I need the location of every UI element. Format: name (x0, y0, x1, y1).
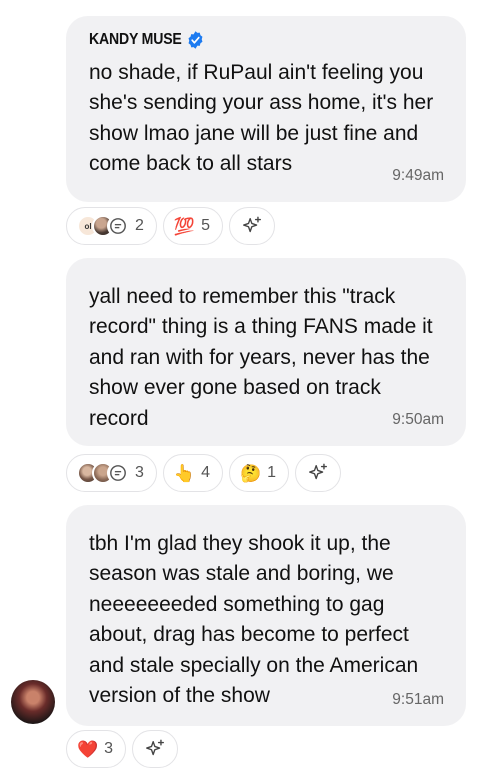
reaction-bar-1: ol 2 💯 5 (66, 207, 275, 245)
add-reaction-button[interactable] (132, 730, 179, 768)
reactor-avatars: ol (77, 215, 129, 237)
point-up-icon: 👆 (173, 463, 196, 483)
sparkle-add-reaction-icon (309, 463, 327, 480)
reaction-count: 1 (267, 464, 277, 481)
heart-icon: ❤️ (77, 739, 99, 759)
hundred-points-icon: 💯 (173, 216, 196, 236)
message-timestamp: 9:50am (392, 411, 444, 428)
thread-reaction-pill[interactable]: ol 2 (66, 207, 157, 245)
reaction-pill-point-up[interactable]: 👆 4 (162, 454, 223, 492)
sender-name[interactable]: KANDY MUSE (89, 31, 182, 49)
reaction-count: 3 (104, 740, 114, 757)
message-bubble-1[interactable]: KANDY MUSE no shade, if RuPaul ain't fee… (66, 16, 466, 202)
sparkle-add-reaction-icon (243, 216, 261, 233)
reaction-count: 3 (135, 464, 144, 481)
message-bubble-2[interactable]: yall need to remember this "track record… (66, 258, 466, 446)
thinking-face-icon: 🤔 (239, 463, 262, 483)
message-bubble-3[interactable]: tbh I'm glad they shook it up, the seaso… (66, 505, 466, 726)
verified-badge-icon (187, 30, 205, 50)
message-text: yall need to remember this "track record… (89, 285, 433, 430)
message-timestamp: 9:49am (392, 167, 444, 184)
reaction-pill-hundred[interactable]: 💯 5 (162, 207, 223, 245)
add-reaction-button[interactable] (228, 207, 275, 245)
reaction-pill-thinking[interactable]: 🤔 1 (228, 454, 290, 492)
add-reaction-button[interactable] (295, 454, 342, 492)
message-timestamp: 9:51am (392, 691, 444, 708)
reaction-pill-heart[interactable]: ❤️ 3 (66, 730, 127, 768)
reaction-bar-3: ❤️ 3 (66, 730, 179, 768)
reaction-bar-2: 3 👆 4 🤔 1 (66, 454, 342, 492)
thread-reaction-pill[interactable]: 3 (66, 454, 157, 492)
reaction-count: 5 (201, 217, 210, 234)
speech-bubble-icon (107, 215, 129, 237)
speech-bubble-icon (107, 462, 129, 484)
sparkle-add-reaction-icon (146, 739, 165, 756)
reaction-count: 2 (135, 217, 144, 234)
reactor-avatars (77, 462, 129, 484)
message-text: tbh I'm glad they shook it up, the seaso… (89, 532, 419, 708)
sender-row: KANDY MUSE (89, 30, 401, 50)
avatar[interactable] (11, 680, 55, 724)
message-text: no shade, if RuPaul ain't feeling you sh… (89, 61, 434, 176)
reaction-count: 4 (201, 464, 210, 481)
